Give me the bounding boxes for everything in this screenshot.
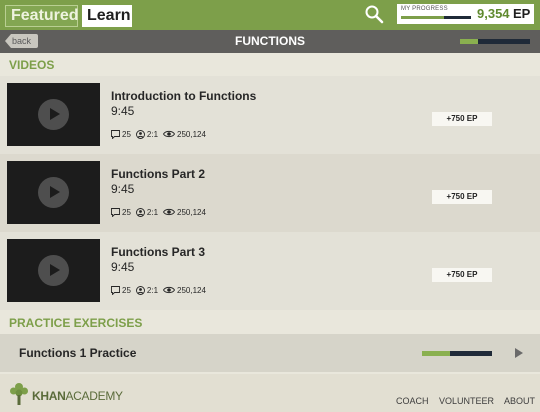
videos-section-header: VIDEOS xyxy=(9,58,55,72)
video-list: Introduction to Functions 9:45 25 2:1 25… xyxy=(0,76,540,310)
practice-progress-bar-fill xyxy=(422,351,450,356)
comment-icon xyxy=(111,129,120,139)
video-list-item[interactable]: Functions Part 2 9:45 25 2:1 250,124 +75… xyxy=(0,154,540,232)
video-title[interactable]: Functions Part 3 xyxy=(111,245,205,259)
ratio-value: 2:1 xyxy=(146,285,159,295)
eye-icon xyxy=(163,130,176,138)
views-count: 250,124 xyxy=(177,207,206,217)
tab-featured[interactable]: Featured xyxy=(5,5,79,27)
video-duration: 9:45 xyxy=(111,260,135,274)
views-stat: 250,124 xyxy=(163,208,206,217)
comments-stat: 25 xyxy=(111,286,131,295)
practice-progress-bar xyxy=(422,351,492,356)
topic-progress-bar xyxy=(460,39,530,44)
video-duration: 9:45 xyxy=(111,182,135,196)
ep-value: +750 xyxy=(446,192,465,201)
video-stats: 25 2:1 250,124 xyxy=(111,284,211,296)
ratio-stat: 2:1 xyxy=(135,207,159,217)
top-bar: Featured Learn MY PROGRESS 9,354 EP xyxy=(0,0,540,30)
page-title: FUNCTIONS xyxy=(235,34,305,48)
views-count: 250,124 xyxy=(177,129,206,139)
topic-progress-bar-fill xyxy=(460,39,478,44)
eye-icon xyxy=(163,208,176,216)
comments-stat: 25 xyxy=(111,130,131,139)
energy-points-badge: +750 EP xyxy=(432,268,492,282)
views-stat: 250,124 xyxy=(163,286,206,295)
video-title[interactable]: Functions Part 2 xyxy=(111,167,205,181)
comments-count: 25 xyxy=(122,207,131,217)
back-button[interactable]: back xyxy=(5,34,38,48)
video-thumbnail[interactable] xyxy=(7,161,100,224)
practice-name[interactable]: Functions 1 Practice xyxy=(19,346,136,360)
video-duration: 9:45 xyxy=(111,104,135,118)
ratio-stat: 2:1 xyxy=(135,129,159,139)
video-list-item[interactable]: Introduction to Functions 9:45 25 2:1 25… xyxy=(0,76,540,154)
footer: KHANACADEMY COACH VOLUNTEER ABOUT xyxy=(0,374,540,412)
video-stats: 25 2:1 250,124 xyxy=(111,206,211,218)
ep-unit: EP xyxy=(466,114,478,123)
video-list-item[interactable]: Functions Part 3 9:45 25 2:1 250,124 +75… xyxy=(0,232,540,310)
comments-count: 25 xyxy=(122,129,131,139)
logo-text: KHANACADEMY xyxy=(32,389,123,403)
khan-academy-logo[interactable]: KHANACADEMY xyxy=(9,380,123,408)
video-title[interactable]: Introduction to Functions xyxy=(111,89,256,103)
logo-text-strong: KHAN xyxy=(32,389,66,403)
logo-text-light: ACADEMY xyxy=(65,389,123,403)
video-stats: 25 2:1 250,124 xyxy=(111,128,211,140)
search-icon[interactable] xyxy=(364,4,384,24)
ratio-stat: 2:1 xyxy=(135,285,159,295)
title-bar: back FUNCTIONS xyxy=(0,30,540,53)
play-icon[interactable] xyxy=(38,255,69,286)
comment-icon xyxy=(111,207,120,217)
ep-unit: EP xyxy=(466,270,478,279)
user-icon xyxy=(135,285,145,295)
comments-stat: 25 xyxy=(111,208,131,217)
play-icon[interactable] xyxy=(38,177,69,208)
tree-icon xyxy=(10,383,28,405)
user-icon xyxy=(135,207,145,217)
play-icon[interactable] xyxy=(38,99,69,130)
ep-value: +750 xyxy=(446,114,465,123)
ratio-value: 2:1 xyxy=(146,129,159,139)
video-thumbnail[interactable] xyxy=(7,83,100,146)
my-progress-widget[interactable]: MY PROGRESS 9,354 EP xyxy=(397,4,534,24)
ep-value: +750 xyxy=(446,270,465,279)
footer-link-coach[interactable]: COACH xyxy=(396,396,429,406)
my-progress-label: MY PROGRESS xyxy=(401,6,448,12)
energy-points-badge: +750 EP xyxy=(432,190,492,204)
practice-section-header: PRACTICE EXERCISES xyxy=(9,316,143,330)
ep-unit: EP xyxy=(466,192,478,201)
video-thumbnail[interactable] xyxy=(7,239,100,302)
footer-link-about[interactable]: ABOUT xyxy=(504,396,535,406)
comment-icon xyxy=(111,285,120,295)
energy-points-badge: +750 EP xyxy=(432,112,492,126)
my-progress-bar xyxy=(401,16,471,19)
comments-count: 25 xyxy=(122,285,131,295)
practice-list-item[interactable]: Functions 1 Practice xyxy=(0,334,540,372)
user-icon xyxy=(135,129,145,139)
views-count: 250,124 xyxy=(177,285,206,295)
energy-points-value: 9,354 xyxy=(477,6,510,21)
my-progress-bar-fill xyxy=(401,16,445,19)
energy-points-unit: EP xyxy=(513,6,531,21)
chevron-right-icon[interactable] xyxy=(515,348,523,358)
eye-icon xyxy=(163,286,176,294)
tab-learn[interactable]: Learn xyxy=(82,5,132,27)
footer-link-volunteer[interactable]: VOLUNTEER xyxy=(439,396,494,406)
ratio-value: 2:1 xyxy=(146,207,159,217)
views-stat: 250,124 xyxy=(163,130,206,139)
